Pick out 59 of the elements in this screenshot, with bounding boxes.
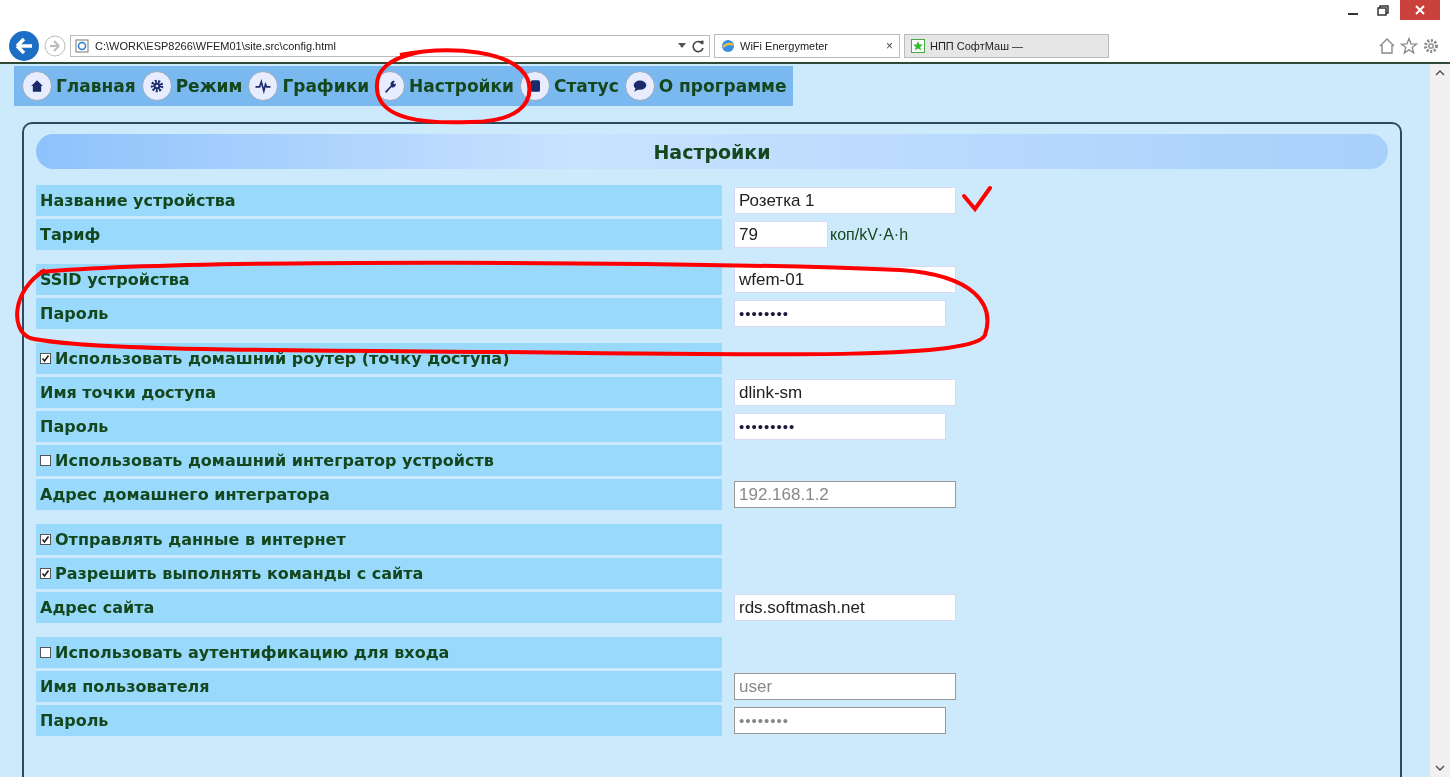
input-field[interactable]: dlink-sm bbox=[734, 379, 956, 406]
tab-title: НПП СофтМаш — bbox=[930, 40, 1023, 52]
back-icon[interactable] bbox=[8, 30, 40, 62]
checkbox-label: Использовать домашний интегратор устройств bbox=[55, 451, 494, 470]
checkbox-label: Отправлять данные в интернет bbox=[55, 530, 346, 549]
globe-icon bbox=[721, 39, 735, 53]
field-label: Адрес домашнего интегратора bbox=[36, 479, 722, 510]
input-field[interactable]: rds.softmash.net bbox=[734, 594, 956, 621]
nav-item[interactable]: Статус bbox=[519, 71, 619, 101]
home-icon[interactable] bbox=[1378, 37, 1396, 55]
field-label: Адрес сайта bbox=[36, 592, 722, 623]
address-text: C:\WORK\ESP8266\WFEM01\site.src\config.html bbox=[95, 40, 337, 52]
refresh-icon[interactable] bbox=[692, 39, 705, 53]
checkbox[interactable] bbox=[40, 534, 51, 545]
scroll-down-icon[interactable] bbox=[1435, 765, 1445, 771]
password-field[interactable]: ••••••••• bbox=[734, 413, 946, 440]
field-label: Тариф bbox=[36, 219, 722, 250]
checkbox[interactable] bbox=[40, 353, 51, 364]
checkbox[interactable] bbox=[40, 455, 51, 466]
page-icon bbox=[75, 39, 89, 53]
scrollbar[interactable] bbox=[1430, 64, 1450, 777]
gear-icon bbox=[141, 71, 172, 101]
house-icon bbox=[22, 71, 52, 101]
speech-bubble-icon bbox=[624, 71, 655, 101]
field-label: Имя точки доступа bbox=[36, 377, 722, 408]
field-label: SSID устройства bbox=[36, 264, 722, 295]
input-field[interactable]: Розетка 1 bbox=[734, 187, 956, 214]
unit-label: коп/kV·A·h bbox=[830, 225, 909, 244]
field-label: Пароль bbox=[36, 298, 722, 329]
nav-item[interactable]: Главная bbox=[22, 71, 136, 101]
browser-tab[interactable]: НПП СофтМаш — bbox=[904, 34, 1109, 58]
nav-item[interactable]: Настройки bbox=[375, 71, 514, 101]
star-outline-icon[interactable] bbox=[1400, 37, 1418, 55]
nav-item[interactable]: Графики bbox=[248, 71, 370, 101]
checkbox-label: Использовать аутентификацию для входа bbox=[55, 643, 450, 662]
field-label: Название устройства bbox=[36, 185, 722, 216]
field-label: Пароль bbox=[36, 705, 722, 736]
tab-title: WiFi Energymeter bbox=[740, 40, 829, 52]
dropdown-caret-icon[interactable] bbox=[678, 43, 686, 49]
address-bar[interactable]: C:\WORK\ESP8266\WFEM01\site.src\config.html bbox=[70, 35, 710, 57]
browser-tab[interactable]: WiFi Energymeter × bbox=[714, 34, 900, 58]
close-icon[interactable] bbox=[1400, 0, 1440, 20]
annotation-checkmark bbox=[962, 186, 992, 213]
nav-item[interactable]: О программе bbox=[624, 71, 787, 101]
checkbox[interactable] bbox=[40, 568, 51, 579]
nav-item[interactable]: Режим bbox=[141, 71, 243, 101]
checkbox-label: Использовать домашний роутер (точку доступа) bbox=[55, 349, 510, 368]
panel-title: Настройки bbox=[36, 134, 1388, 169]
scroll-up-icon[interactable] bbox=[1435, 70, 1445, 76]
settings-icon[interactable] bbox=[1422, 37, 1440, 55]
field-label: Пароль bbox=[36, 411, 722, 442]
field-label: Имя пользователя bbox=[36, 671, 722, 702]
checkbox[interactable] bbox=[40, 647, 51, 658]
pulse-icon bbox=[248, 71, 279, 101]
tab-close-button[interactable]: × bbox=[886, 39, 893, 53]
checkbox-label: Разрешить выполнять команды с сайта bbox=[55, 564, 424, 583]
star-icon bbox=[911, 39, 925, 53]
password-field[interactable]: •••••••• bbox=[734, 300, 946, 327]
input-field[interactable]: 79 bbox=[734, 221, 828, 248]
